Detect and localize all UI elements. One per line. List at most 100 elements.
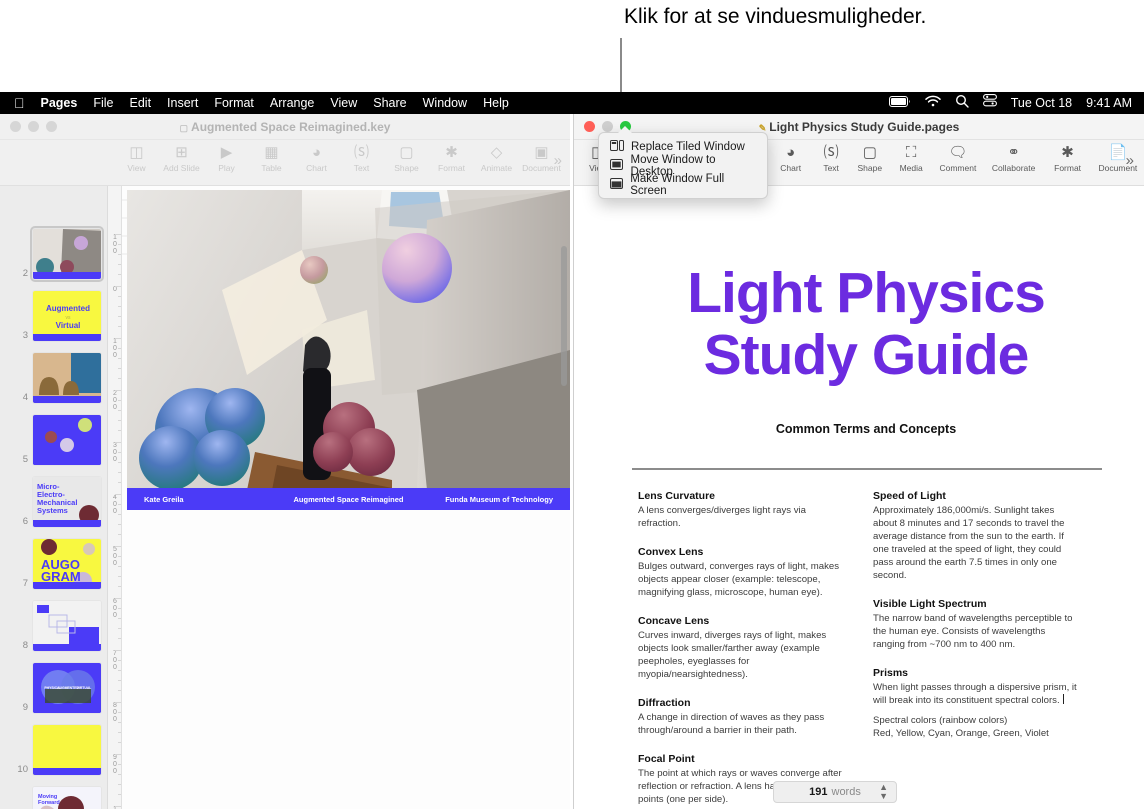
- menu-item-format[interactable]: Format: [214, 96, 254, 110]
- keynote-toolbar-animate[interactable]: ◇ Animate: [474, 143, 519, 173]
- slide-thumbnail-image[interactable]: [32, 352, 102, 404]
- slide-canvas[interactable]: Kate Greila Augmented Space Reimagined F…: [122, 186, 570, 809]
- slide-thumbnail-footer: [33, 582, 101, 589]
- ruler-tick: [115, 390, 121, 391]
- definition-term: Convex Lens: [638, 546, 704, 558]
- menu-item-arrange[interactable]: Arrange: [270, 96, 314, 110]
- slide-number: 8: [22, 640, 28, 651]
- word-count-badge[interactable]: 191 words ▲ ▼: [773, 781, 897, 803]
- word-count-stepper-icon[interactable]: ▲ ▼: [879, 783, 888, 801]
- keynote-title-bar[interactable]: ▢ Augmented Space Reimagined.key: [0, 114, 570, 140]
- ruler-tick: [118, 576, 121, 577]
- slide-thumbnail-8[interactable]: 8: [12, 600, 102, 652]
- ruler-tick: [118, 452, 121, 453]
- ruler-tick: [118, 306, 121, 307]
- pages-toolbar-comment[interactable]: 🗨 Comment: [932, 143, 984, 173]
- document-left-column: Lens Curvature A lens converges/diverges …: [638, 490, 843, 806]
- slide-navigator[interactable]: 2 3 Augmented vs Virtual 4 5 6 Micro- Electro- Mec…: [0, 186, 108, 809]
- menu-item-share[interactable]: Share: [373, 96, 406, 110]
- slide-thumbnail-9[interactable]: 9 PHYSICAL AUGMENTED VIRTUAL: [12, 662, 102, 714]
- keynote-toolbar-overflow-icon[interactable]: »: [554, 152, 562, 169]
- definition-text: A lens converges/diverges light rays via…: [638, 505, 806, 529]
- menu-item-pages[interactable]: Pages: [41, 96, 78, 110]
- menu-item-file[interactable]: File: [93, 96, 113, 110]
- keynote-toolbar-format[interactable]: ✱ Format: [429, 143, 474, 173]
- slide-thumbnail-image[interactable]: PHYSICAL AUGMENTED VIRTUAL: [32, 662, 102, 714]
- slide-thumbnail-7[interactable]: 7 AUGO GRAM: [12, 538, 102, 590]
- format-brush-icon: ✱: [1061, 144, 1074, 161]
- apple-icon[interactable]: : [14, 96, 25, 110]
- slide-thumbnail-2[interactable]: 2: [12, 226, 104, 282]
- keynote-toolbar-text[interactable]: ⒮ Text: [339, 143, 384, 173]
- slide-thumbnail-5[interactable]: 5: [12, 414, 102, 466]
- slide-thumbnail-image[interactable]: Micro- Electro- Mechanical Systems: [32, 476, 102, 528]
- pages-toolbar-chart[interactable]: ◕ Chart: [768, 143, 813, 173]
- definition-term: Speed of Light: [873, 490, 946, 502]
- pages-document-canvas[interactable]: Light Physics Study Guide Common Terms a…: [574, 186, 1144, 809]
- keynote-toolbar-chart[interactable]: ◕ Chart: [294, 143, 339, 173]
- slide-thumbnail-image[interactable]: [32, 724, 102, 776]
- callout-text: Klik for at se vinduesmuligheder.: [624, 5, 927, 28]
- slide-thumbnail-image[interactable]: [32, 414, 102, 466]
- slide-thumbnail-6[interactable]: 6 Micro- Electro- Mechanical Systems: [12, 476, 102, 528]
- pages-toolbar-collaborate[interactable]: ⚭ Collaborate: [984, 143, 1043, 173]
- pages-toolbar-overflow-icon[interactable]: »: [1126, 152, 1134, 169]
- animate-icon: ◇: [490, 144, 503, 161]
- menu-item-edit[interactable]: Edit: [130, 96, 152, 110]
- pages-toolbar-document[interactable]: 📄 Document: [1092, 143, 1144, 173]
- window-options-menu[interactable]: Replace Tiled Window Move Window to Desk…: [598, 126, 768, 199]
- menu-make-window-full-screen[interactable]: Make Window Full Screen: [599, 173, 767, 197]
- pages-window: ✎Light Physics Study Guide.pages ◫ View …: [573, 114, 1144, 809]
- keynote-toolbar-add-slide[interactable]: ⊞ Add Slide: [159, 143, 204, 173]
- ruler-tick: [118, 690, 121, 691]
- slide-thumbnail-image[interactable]: [30, 226, 104, 282]
- ruler-tick: [118, 472, 121, 473]
- search-icon[interactable]: [955, 94, 969, 113]
- slide-thumbnail-image[interactable]: Augmented vs Virtual: [32, 290, 102, 342]
- ruler-tick: [118, 774, 121, 775]
- keynote-toolbar-shape[interactable]: ▢ Shape: [384, 143, 429, 173]
- slide-thumbnail-4[interactable]: 4: [12, 352, 102, 404]
- slide-thumbnail-image[interactable]: AUGO GRAM: [32, 538, 102, 590]
- definition-text: A change in direction of waves as they p…: [638, 712, 825, 736]
- ruler-tick: [118, 264, 121, 265]
- definition-term: Diffraction: [638, 697, 691, 709]
- media-icon: ⛶: [905, 144, 917, 161]
- slide-thumbnail-image[interactable]: [32, 600, 102, 652]
- document-title: Light Physics Study Guide: [636, 262, 1096, 386]
- ruler-tick: [118, 430, 121, 431]
- ruler-tick: [118, 504, 121, 505]
- menu-item-window[interactable]: Window: [423, 96, 467, 110]
- definition-term: Prisms: [873, 667, 909, 679]
- keynote-toolbar-view[interactable]: ◫ View: [114, 143, 159, 173]
- document-divider: [632, 468, 1102, 470]
- pages-toolbar-media[interactable]: ⛶ Media: [890, 143, 931, 173]
- control-center-icon[interactable]: [982, 94, 997, 112]
- menu-item-help[interactable]: Help: [483, 96, 509, 110]
- ruler-tick: [118, 556, 121, 557]
- document-right-column: Speed of Light Approximately 186,000mi/s.…: [873, 490, 1078, 806]
- keynote-window-title: ▢ Augmented Space Reimagined.key: [179, 119, 391, 134]
- slide-thumbnail-image[interactable]: Moving Forward: [32, 786, 102, 809]
- current-slide[interactable]: Kate Greila Augmented Space Reimagined F…: [127, 190, 570, 510]
- ruler-tick: [118, 378, 121, 379]
- keynote-toolbar-table[interactable]: ▦ Table: [249, 143, 294, 173]
- menu-item-label: Replace Tiled Window: [631, 140, 745, 153]
- pages-toolbar-text[interactable]: ⒮ Text: [813, 143, 849, 173]
- svg-text:Systems: Systems: [37, 506, 68, 515]
- ruler-tick: [118, 732, 121, 733]
- keynote-toolbar-play[interactable]: ▶ Play: [204, 143, 249, 173]
- menu-item-insert[interactable]: Insert: [167, 96, 198, 110]
- pages-toolbar-format[interactable]: ✱ Format: [1043, 143, 1092, 173]
- battery-icon[interactable]: [888, 94, 911, 112]
- pages-toolbar-shape[interactable]: ▢ Shape: [849, 143, 890, 173]
- slide-thumbnail-10[interactable]: 10: [12, 724, 102, 776]
- wifi-icon[interactable]: [925, 94, 941, 112]
- keynote-vertical-scrollbar[interactable]: [561, 246, 567, 386]
- slide-thumbnail-3[interactable]: 3 Augmented vs Virtual: [12, 290, 102, 342]
- vertical-ruler: 1000100200300400500600700800900100011: [108, 186, 122, 809]
- slide-thumbnail-11[interactable]: 11MovingForward: [12, 786, 102, 809]
- menu-item-view[interactable]: View: [330, 96, 357, 110]
- document-subtitle: Common Terms and Concepts: [775, 422, 957, 436]
- definition-term: Focal Point: [638, 753, 695, 765]
